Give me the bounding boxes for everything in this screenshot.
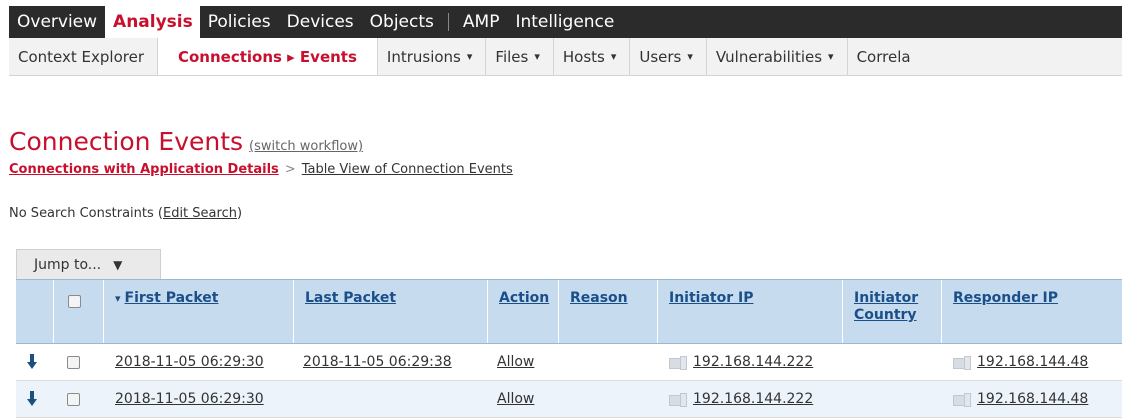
header-first-packet[interactable]: ▾ First Packet (103, 280, 293, 343)
header-reason-label: Reason (570, 290, 628, 306)
header-reason[interactable]: Reason (558, 280, 657, 343)
tab-objects[interactable]: Objects (362, 6, 442, 38)
events-table: ▾ First Packet Last Packet Action Reason … (16, 279, 1122, 418)
subnav-label: Files (495, 47, 529, 66)
breadcrumb: Connections with Application Details > Tab… (9, 162, 513, 177)
header-responder-ip-label: Responder IP (953, 290, 1058, 306)
caret-down-icon: ▼ (113, 257, 123, 272)
tab-analysis[interactable]: Analysis (105, 6, 200, 38)
cell-last-packet-text: 2018-11-05 06:29:38 (303, 354, 452, 370)
cell-last-packet[interactable]: 2018-11-05 06:29:38 (303, 344, 452, 380)
caret-down-icon: ▾ (828, 50, 834, 63)
header-first-packet-label: First Packet (124, 290, 219, 306)
page-title-text: Connection Events (9, 127, 244, 156)
row-select-checkbox[interactable] (67, 344, 80, 380)
tab-devices[interactable]: Devices (279, 6, 362, 38)
tab-amp[interactable]: AMP (455, 6, 508, 38)
drilldown-arrow-icon[interactable] (27, 344, 37, 380)
cell-responder-ip-text: 192.168.144.48 (977, 354, 1089, 370)
caret-down-icon: ▾ (466, 50, 473, 63)
header-initiator-country[interactable]: Initiator Country (842, 280, 941, 343)
search-constraints-suffix: ) (236, 206, 243, 221)
subnav-connections-events[interactable]: Connections ▸ Events (157, 38, 378, 75)
header-action-label: Action (499, 290, 550, 306)
cell-action[interactable]: Allow (497, 344, 534, 380)
header-initiator-ip[interactable]: Initiator IP (657, 280, 842, 343)
tab-intelligence[interactable]: Intelligence (507, 6, 622, 38)
header-initiator-country-label: Initiator Country (854, 290, 919, 323)
header-select-all[interactable] (53, 280, 103, 343)
drilldown-arrow-icon[interactable] (27, 381, 37, 417)
host-profile-icon[interactable] (953, 355, 971, 370)
select-all-checkbox[interactable] (68, 295, 81, 308)
jump-to-dropdown[interactable]: Jump to... ▼ (16, 249, 161, 279)
subnav-label: Hosts (562, 47, 605, 66)
header-responder-ip[interactable]: Responder IP (941, 280, 1122, 343)
subnav-users[interactable]: Users ▾ (630, 38, 707, 75)
subnav-files[interactable]: Files ▾ (486, 38, 554, 75)
subnav-label: Users (639, 47, 682, 66)
search-constraints-prefix: No Search Constraints ( (9, 206, 163, 221)
subnav-label: Intrusions (386, 47, 461, 66)
header-expand-col (16, 280, 53, 343)
page-title: Connection Events (switch workflow) (9, 127, 363, 156)
host-profile-icon[interactable] (669, 355, 687, 370)
header-last-packet[interactable]: Last Packet (293, 280, 487, 343)
header-initiator-ip-label: Initiator IP (669, 290, 754, 306)
search-constraints: No Search Constraints (Edit Search) (9, 206, 242, 221)
caret-down-icon: ▾ (610, 50, 617, 63)
cell-responder-ip[interactable]: 192.168.144.48 (953, 381, 1088, 417)
cell-first-packet-text: 2018-11-05 06:29:30 (115, 391, 264, 407)
subnav-context-explorer[interactable]: Context Explorer (9, 38, 158, 75)
subnav-label: Vulnerabilities (715, 47, 823, 66)
table-row: 2018-11-05 06:29:30 2018-11-05 06:29:38 … (16, 344, 1122, 381)
table-row: 2018-11-05 06:29:30 Allow 192.168.144.22… (16, 381, 1122, 418)
jump-to-label: Jump to... (34, 256, 102, 273)
cell-responder-ip-text: 192.168.144.48 (977, 391, 1089, 407)
nav-divider (447, 13, 449, 31)
subnav-intrusions[interactable]: Intrusions ▾ (378, 38, 487, 75)
subnav-vulnerabilities[interactable]: Vulnerabilities ▾ (707, 38, 848, 75)
cell-action-text: Allow (497, 354, 535, 370)
cell-action[interactable]: Allow (497, 381, 534, 417)
cell-first-packet[interactable]: 2018-11-05 06:29:30 (115, 344, 264, 380)
cell-initiator-ip[interactable]: 192.168.144.222 (669, 381, 813, 417)
cell-initiator-ip-text: 192.168.144.222 (693, 354, 814, 370)
sub-nav: Context Explorer Connections ▸ Events In… (9, 38, 1122, 76)
top-nav: Overview Analysis Policies Devices Objec… (9, 6, 1122, 38)
cell-responder-ip[interactable]: 192.168.144.48 (953, 344, 1088, 380)
breadcrumb-connections-app-details[interactable]: Connections with Application Details (9, 162, 279, 177)
cell-first-packet-text: 2018-11-05 06:29:30 (115, 354, 264, 370)
header-action[interactable]: Action (487, 280, 558, 343)
cell-initiator-ip-text: 192.168.144.222 (693, 391, 814, 407)
table-header: ▾ First Packet Last Packet Action Reason … (16, 279, 1122, 344)
edit-search-link[interactable]: Edit Search (163, 206, 237, 221)
host-profile-icon[interactable] (669, 392, 687, 407)
caret-down-icon: ▾ (687, 50, 693, 63)
cell-initiator-ip[interactable]: 192.168.144.222 (669, 344, 813, 380)
subnav-correlation[interactable]: Correla (848, 38, 924, 75)
switch-workflow-link[interactable]: (switch workflow) (249, 139, 363, 154)
caret-down-icon: ▾ (534, 50, 540, 63)
tab-policies[interactable]: Policies (200, 6, 279, 38)
breadcrumb-separator: > (284, 162, 296, 177)
subnav-hosts[interactable]: Hosts ▾ (554, 38, 631, 75)
cell-first-packet[interactable]: 2018-11-05 06:29:30 (115, 381, 264, 417)
subnav-label: Connections ▸ Events (177, 47, 357, 66)
row-select-checkbox[interactable] (67, 381, 80, 417)
host-profile-icon[interactable] (953, 392, 971, 407)
subnav-label: Correla (856, 47, 911, 66)
breadcrumb-table-view[interactable]: Table View of Connection Events (302, 162, 513, 177)
sort-desc-icon: ▾ (115, 292, 121, 305)
tab-overview[interactable]: Overview (9, 6, 105, 38)
header-last-packet-label: Last Packet (305, 290, 397, 306)
subnav-label: Context Explorer (18, 47, 144, 66)
cell-action-text: Allow (497, 391, 535, 407)
